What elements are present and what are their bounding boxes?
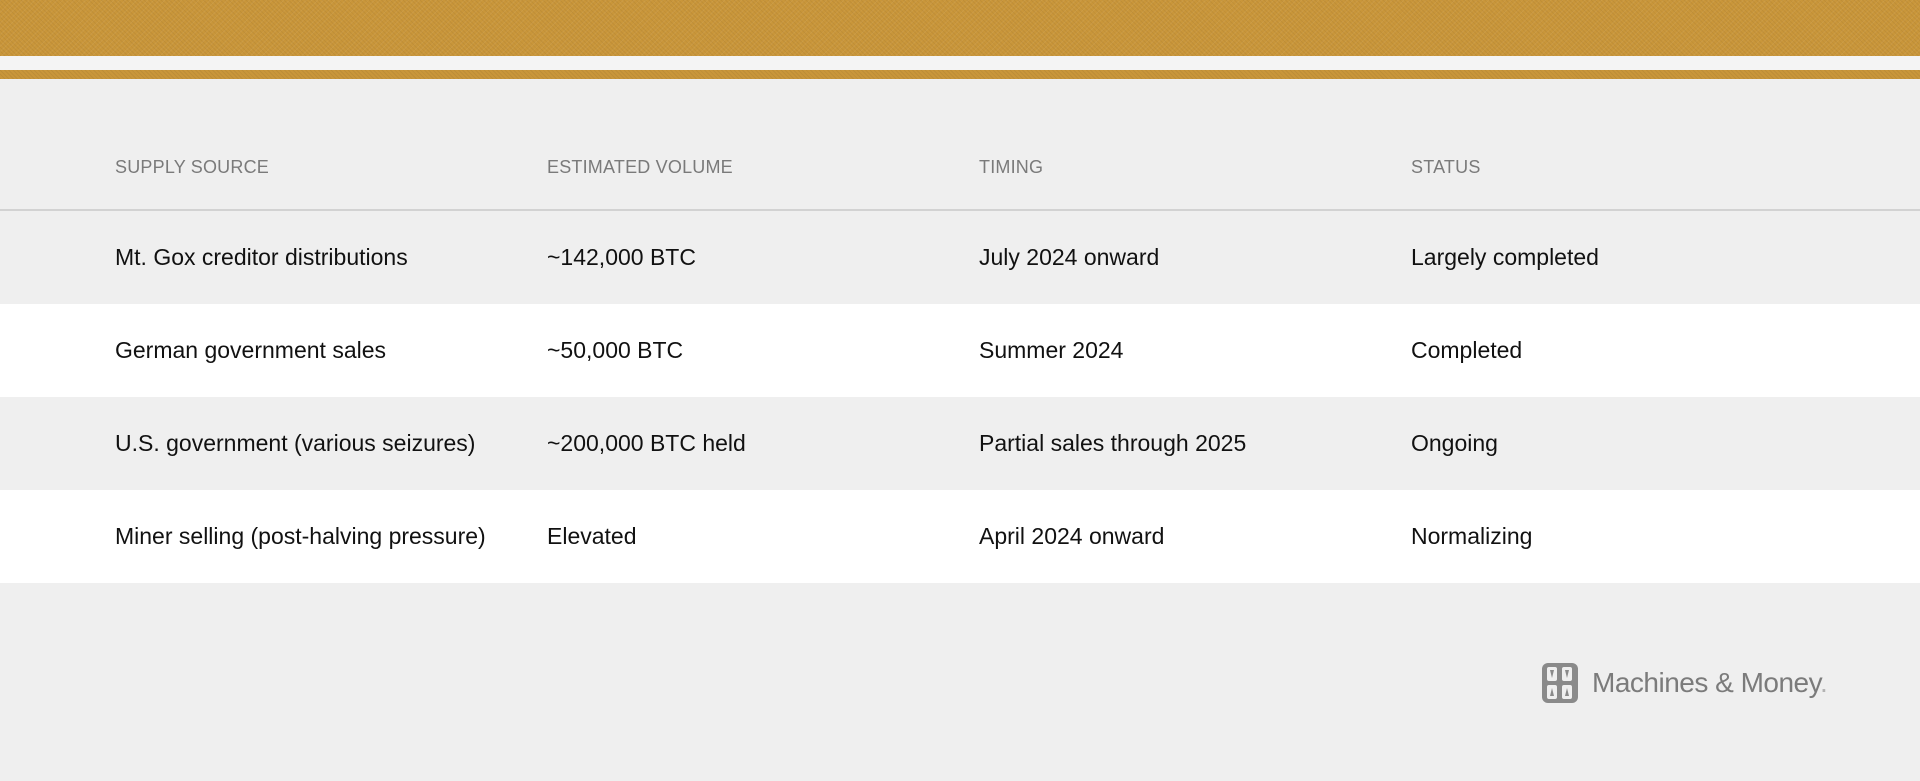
cell-status: Largely completed xyxy=(1411,244,1599,270)
supply-table: SUPPLY SOURCE ESTIMATED VOLUME TIMING ST… xyxy=(0,140,1920,583)
cell-estimated-volume: Elevated xyxy=(547,523,637,549)
cell-supply-source: Mt. Gox creditor distributions xyxy=(115,244,408,270)
header-status: STATUS xyxy=(1411,157,1481,177)
cell-supply-source: Miner selling (post-halving pressure) xyxy=(115,523,486,549)
table-row: German government sales ~50,000 BTC Summ… xyxy=(0,304,1920,397)
table-header-row: SUPPLY SOURCE ESTIMATED VOLUME TIMING ST… xyxy=(0,140,1920,211)
thin-gold-band xyxy=(0,70,1920,79)
cell-timing: July 2024 onward xyxy=(979,244,1160,270)
header-estimated-volume: ESTIMATED VOLUME xyxy=(547,157,733,177)
brand-dot: . xyxy=(1820,667,1828,698)
header-supply-source: SUPPLY SOURCE xyxy=(115,157,269,177)
cell-supply-source: U.S. government (various seizures) xyxy=(115,430,476,456)
machines-money-logo-icon xyxy=(1542,663,1578,703)
brand-name-text: Machines & Money xyxy=(1592,667,1821,698)
table-row: Miner selling (post-halving pressure) El… xyxy=(0,490,1920,583)
cell-supply-source: German government sales xyxy=(115,337,387,363)
cell-estimated-volume: ~50,000 BTC xyxy=(547,337,684,363)
header-timing: TIMING xyxy=(979,157,1044,177)
cell-timing: Partial sales through 2025 xyxy=(979,430,1247,456)
cell-status: Ongoing xyxy=(1411,430,1498,456)
top-gold-band xyxy=(0,0,1920,56)
brand-name: Machines & Money. xyxy=(1592,667,1828,699)
cell-timing: April 2024 onward xyxy=(979,523,1165,549)
table-row: Mt. Gox creditor distributions ~142,000 … xyxy=(0,211,1920,304)
cell-estimated-volume: ~200,000 BTC held xyxy=(547,430,746,456)
page: SUPPLY SOURCE ESTIMATED VOLUME TIMING ST… xyxy=(0,0,1920,781)
table-row: U.S. government (various seizures) ~200,… xyxy=(0,397,1920,490)
cell-status: Normalizing xyxy=(1411,523,1533,549)
cell-timing: Summer 2024 xyxy=(979,337,1124,363)
brand-logo-lockup: Machines & Money. xyxy=(1540,660,1828,706)
band-gap xyxy=(0,56,1920,70)
cell-estimated-volume: ~142,000 BTC xyxy=(547,244,696,270)
cell-status: Completed xyxy=(1411,337,1523,363)
